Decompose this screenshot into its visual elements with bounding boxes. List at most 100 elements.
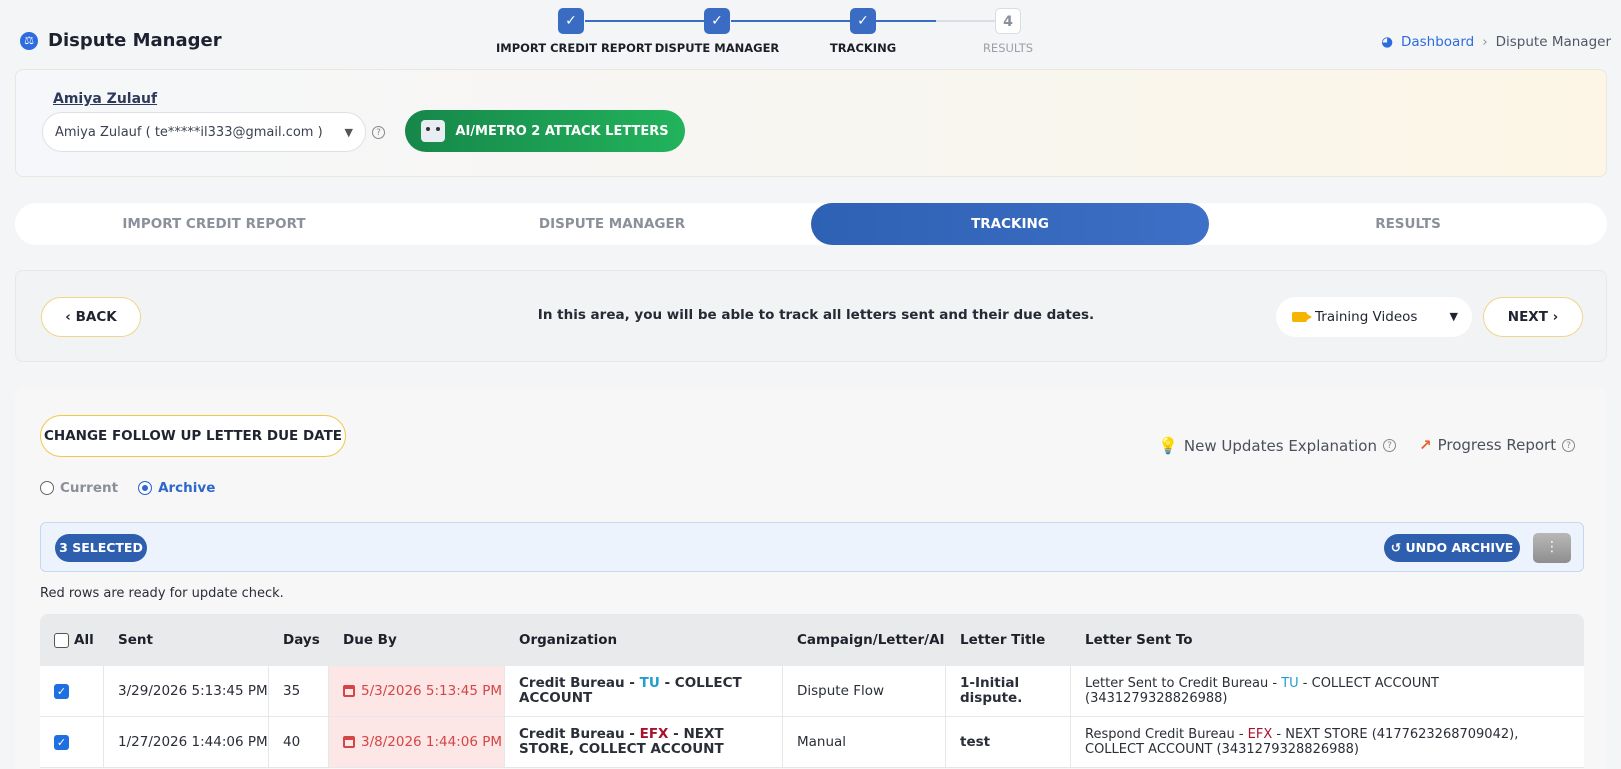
step-import[interactable]: ✓ IMPORT CREDIT REPORT bbox=[496, 8, 653, 55]
tracking-card: CHANGE FOLLOW UP LETTER DUE DATE 💡 New U… bbox=[15, 388, 1607, 769]
step-dispute-manager[interactable]: ✓ DISPUTE MANAGER bbox=[642, 8, 792, 55]
letter-title-cell: 1-Initial dispute. bbox=[946, 666, 1071, 716]
selection-bar: 3 SELECTED ↺ UNDO ARCHIVE ⋮ bbox=[40, 522, 1584, 572]
instructions-text: In this area, you will be able to track … bbox=[537, 307, 1095, 323]
undo-icon: ↺ bbox=[1390, 540, 1402, 555]
workflow-tabs: IMPORT CREDIT REPORT DISPUTE MANAGER TRA… bbox=[15, 203, 1607, 245]
next-label: NEXT bbox=[1507, 309, 1548, 325]
chevron-left-icon: ‹ bbox=[65, 309, 71, 325]
radio-dot bbox=[138, 481, 153, 495]
progress-stepper: ✓ IMPORT CREDIT REPORT ✓ DISPUTE MANAGER… bbox=[496, 8, 1070, 58]
row-checkbox[interactable]: ✓ bbox=[54, 683, 69, 699]
back-label: BACK bbox=[75, 309, 117, 325]
radio-label: Current bbox=[60, 480, 119, 496]
org-prefix: Credit Bureau - bbox=[519, 726, 640, 742]
bureau-tag: EFX bbox=[639, 726, 669, 742]
letters-table: All Sent Days Due By Organization Campai… bbox=[40, 614, 1584, 768]
training-videos-label: Training Videos bbox=[1315, 309, 1418, 325]
lightbulb-icon: 💡 bbox=[1158, 436, 1178, 455]
step-results[interactable]: 4 RESULTS bbox=[933, 8, 1083, 55]
due-cell: 3/8/2026 1:44:06 PM bbox=[329, 717, 505, 767]
row-checkbox[interactable]: ✓ bbox=[54, 734, 69, 750]
col-sent: Sent bbox=[118, 632, 153, 648]
new-updates-explanation-link[interactable]: 💡 New Updates Explanation ? bbox=[1158, 436, 1396, 455]
client-select-value: Amiya Zulauf ( te*****il333@gmail.com ) bbox=[55, 125, 323, 140]
letter-sent-to-cell: Letter Sent to Credit Bureau - TU - COLL… bbox=[1071, 666, 1584, 716]
caret-down-icon: ▼ bbox=[1449, 310, 1458, 323]
radio-dot bbox=[40, 481, 54, 495]
sent-cell: 3/29/2026 5:13:45 PM bbox=[104, 666, 269, 716]
selected-count-badge: 3 SELECTED bbox=[55, 534, 147, 562]
sent-to-prefix: Letter Sent to Credit Bureau - bbox=[1085, 676, 1282, 691]
robot-icon bbox=[421, 120, 446, 142]
check-icon: ✓ bbox=[850, 8, 876, 34]
letter-title-cell: test bbox=[946, 717, 1071, 767]
help-icon[interactable]: ? bbox=[1562, 438, 1576, 452]
video-camera-icon bbox=[1292, 312, 1312, 322]
bureau-tag: TU bbox=[1281, 676, 1299, 691]
more-options-icon[interactable]: ⋮ bbox=[1533, 533, 1571, 563]
due-date: 5/3/2026 5:13:45 PM bbox=[361, 683, 503, 699]
check-icon: ✓ bbox=[558, 8, 584, 34]
row-select-cell: ✓ bbox=[40, 717, 104, 767]
organization-cell: Credit Bureau - EFX - NEXT STORE, COLLEC… bbox=[505, 717, 783, 767]
ai-button-label: AI/METRO 2 ATTACK LETTERS bbox=[455, 123, 669, 139]
table-row[interactable]: ✓ 1/27/2026 1:44:06 PM 40 3/8/2026 1:44:… bbox=[40, 717, 1584, 768]
calendar-icon bbox=[343, 736, 355, 748]
breadcrumb-current: Dispute Manager bbox=[1495, 34, 1611, 50]
col-campaign: Campaign/Letter/AI bbox=[797, 632, 945, 648]
help-icon[interactable]: ? bbox=[1382, 439, 1396, 452]
training-videos-select[interactable]: Training Videos ▼ bbox=[1276, 297, 1472, 337]
letter-sent-to-cell: Respond Credit Bureau - EFX - NEXT STORE… bbox=[1071, 717, 1584, 767]
breadcrumb-dashboard-link[interactable]: Dashboard bbox=[1401, 34, 1474, 50]
app-title: Dispute Manager bbox=[48, 30, 222, 51]
breadcrumb: ◕ Dashboard › Dispute Manager bbox=[1381, 34, 1611, 50]
caret-down-icon: ▼ bbox=[344, 126, 353, 139]
check-icon: ✓ bbox=[704, 8, 730, 34]
trending-up-icon: ↗ bbox=[1419, 436, 1432, 454]
table-header: All Sent Days Due By Organization Campai… bbox=[40, 614, 1584, 666]
col-letter-sent-to: Letter Sent To bbox=[1085, 632, 1193, 648]
ai-attack-letters-button[interactable]: AI/METRO 2 ATTACK LETTERS bbox=[405, 110, 685, 152]
table-row[interactable]: ✓ 3/29/2026 5:13:45 PM 35 5/3/2026 5:13:… bbox=[40, 666, 1584, 717]
col-all: All bbox=[74, 632, 94, 648]
radio-current[interactable]: Current bbox=[40, 480, 118, 496]
step-tracking[interactable]: ✓ TRACKING bbox=[788, 8, 938, 55]
due-cell: 5/3/2026 5:13:45 PM bbox=[329, 666, 505, 716]
tab-results[interactable]: RESULTS bbox=[1209, 203, 1607, 245]
col-due-by: Due By bbox=[343, 632, 397, 648]
select-all-header[interactable]: All bbox=[40, 614, 104, 666]
step-label: IMPORT CREDIT REPORT bbox=[496, 41, 653, 55]
days-cell: 40 bbox=[269, 717, 329, 767]
col-organization: Organization bbox=[519, 632, 618, 648]
step-label: TRACKING bbox=[829, 41, 897, 55]
tab-import-credit-report[interactable]: IMPORT CREDIT REPORT bbox=[15, 203, 413, 245]
campaign-cell: Dispute Flow bbox=[783, 666, 946, 716]
col-letter-title: Letter Title bbox=[960, 632, 1046, 648]
back-button[interactable]: ‹ BACK bbox=[41, 297, 141, 337]
pie-chart-icon: ◕ bbox=[1381, 34, 1393, 50]
tab-tracking[interactable]: TRACKING bbox=[811, 203, 1209, 245]
progress-label: Progress Report bbox=[1437, 436, 1557, 454]
organization-cell: Credit Bureau - TU - COLLECT ACCOUNT bbox=[505, 666, 783, 716]
client-name-link[interactable]: Amiya Zulauf bbox=[53, 91, 157, 107]
progress-report-link[interactable]: ↗ Progress Report ? bbox=[1419, 436, 1576, 454]
next-button[interactable]: NEXT › bbox=[1483, 297, 1583, 337]
org-prefix: Credit Bureau - bbox=[519, 675, 640, 691]
tab-dispute-manager[interactable]: DISPUTE MANAGER bbox=[413, 203, 811, 245]
client-select[interactable]: Amiya Zulauf ( te*****il333@gmail.com ) … bbox=[42, 112, 366, 152]
sent-to-prefix: Respond Credit Bureau - bbox=[1085, 727, 1248, 742]
bureau-tag: TU bbox=[639, 675, 660, 691]
client-panel: Amiya Zulauf Amiya Zulauf ( te*****il333… bbox=[15, 69, 1607, 177]
radio-archive[interactable]: Archive bbox=[138, 480, 215, 496]
select-all-checkbox[interactable] bbox=[54, 632, 69, 648]
calendar-icon bbox=[343, 685, 355, 697]
instructions-bar: ‹ BACK In this area, you will be able to… bbox=[15, 270, 1607, 362]
chevron-right-icon: › bbox=[1482, 34, 1488, 50]
campaign-cell: Manual bbox=[783, 717, 946, 767]
help-icon[interactable]: ? bbox=[372, 126, 385, 139]
chevron-right-icon: › bbox=[1552, 309, 1559, 325]
radio-label: Archive bbox=[158, 480, 216, 496]
undo-archive-button[interactable]: ↺ UNDO ARCHIVE bbox=[1384, 534, 1520, 562]
change-follow-up-due-date-button[interactable]: CHANGE FOLLOW UP LETTER DUE DATE bbox=[40, 415, 346, 457]
